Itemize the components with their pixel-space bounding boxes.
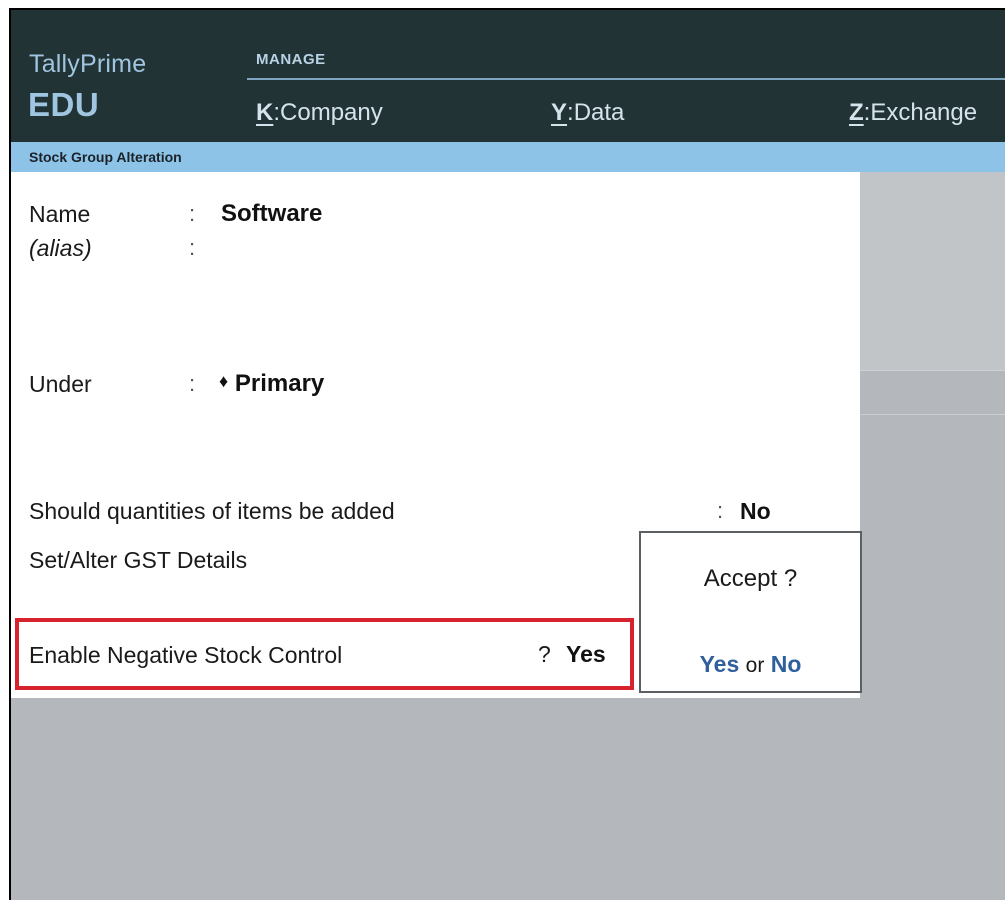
menu-item-data[interactable]: Y:Data (551, 99, 624, 127)
no-button[interactable]: No (771, 651, 802, 677)
menu-hotkey: Z (849, 99, 864, 126)
brand-name: TallyPrime (29, 50, 147, 78)
screen-title-bar: Stock Group Alteration (11, 142, 1005, 172)
brand-edition: EDU (28, 86, 100, 123)
accept-dialog: Accept ? Yes or No (639, 531, 862, 693)
menu-item-label: Data (573, 99, 625, 126)
negative-stock-label: Enable Negative Stock Control (29, 642, 343, 668)
screen-title: Stock Group Alteration (29, 149, 182, 165)
tally-window: TallyPrime EDU MANAGE K:Company Y:Data Z… (9, 8, 1005, 900)
menu-item-label: Exchange (870, 99, 978, 126)
accept-question: Accept ? (703, 565, 798, 592)
menu-item-label: Company (280, 99, 383, 126)
top-header: TallyPrime EDU MANAGE K:Company Y:Data Z… (11, 10, 1005, 142)
under-colon: : (189, 371, 196, 396)
alias-field[interactable] (221, 235, 521, 263)
or-text: or (745, 654, 765, 677)
divider (860, 414, 1005, 415)
name-colon: : (189, 201, 196, 226)
under-value: Primary (234, 370, 325, 397)
gst-details-label[interactable]: Set/Alter GST Details (29, 547, 247, 574)
diamond-icon: ♦ (219, 371, 229, 391)
menu-section-label: MANAGE (256, 51, 326, 68)
menu-separator: : (567, 99, 574, 126)
divider (860, 370, 1005, 371)
menu-item-exchange[interactable]: Z:Exchange (849, 99, 977, 127)
under-label: Under (29, 371, 92, 397)
alias-colon: : (189, 235, 196, 260)
menu-divider (247, 78, 1005, 80)
accept-choices: Yes or No (641, 651, 860, 678)
menu-hotkey: Y (551, 99, 568, 126)
yes-button[interactable]: Yes (700, 651, 740, 677)
side-area (860, 172, 1005, 370)
quantities-label: Should quantities of items be added (29, 498, 395, 524)
name-label: Name (29, 201, 91, 227)
name-field[interactable]: Software (221, 200, 322, 228)
under-field[interactable]: ♦ Primary (219, 370, 324, 398)
menu-separator: : (273, 99, 281, 126)
alias-label: (alias) (29, 235, 92, 261)
quantities-colon: : (717, 498, 724, 523)
negative-stock-field[interactable]: Yes (566, 641, 606, 668)
negative-stock-prompt: ? (538, 641, 551, 667)
menu-hotkey: K (256, 99, 274, 126)
quantities-field[interactable]: No (740, 498, 771, 525)
menu-item-company[interactable]: K:Company (256, 99, 383, 127)
